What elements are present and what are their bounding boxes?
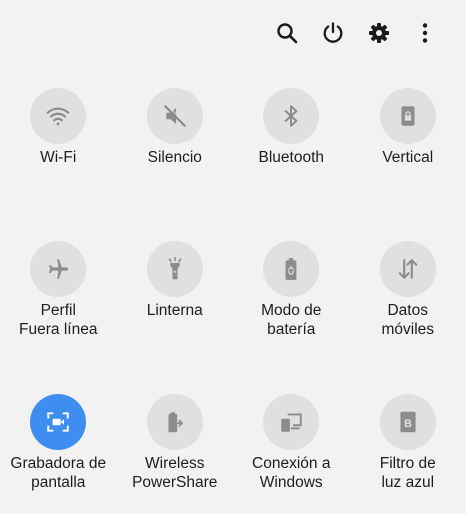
tile-label: Grabadora de pantalla (10, 454, 106, 492)
tile-button[interactable] (263, 394, 319, 450)
tile-button[interactable] (147, 88, 203, 144)
wifi-icon (45, 103, 71, 129)
svg-text:B: B (404, 418, 412, 430)
link-to-windows-icon (278, 409, 304, 435)
tile-button[interactable] (147, 241, 203, 297)
tile-button[interactable]: B (380, 394, 436, 450)
more-vert-icon[interactable] (402, 18, 448, 48)
tile-button[interactable] (30, 88, 86, 144)
tile-label: Wireless PowerShare (132, 454, 217, 492)
search-icon[interactable] (264, 18, 310, 48)
screen-recorder-icon (45, 409, 71, 435)
tile-label: Perfil Fuera línea (19, 301, 97, 339)
mute-icon (162, 103, 188, 129)
tile-bluetooth[interactable]: Bluetooth (233, 88, 350, 241)
tile-label: Linterna (147, 301, 203, 320)
tile-filtro-de-luz-azul[interactable]: B Filtro de luz azul (350, 394, 466, 514)
blue-light-filter-icon: B (395, 409, 421, 435)
tile-silencio[interactable]: Silencio (117, 88, 234, 241)
tile-wireless-powershare[interactable]: Wireless PowerShare (117, 394, 234, 514)
tile-button[interactable] (147, 394, 203, 450)
tile-perfil-fuera-linea[interactable]: Perfil Fuera línea (0, 241, 117, 394)
quick-panel-toolbar (264, 18, 448, 48)
tile-button[interactable] (263, 241, 319, 297)
rotation-lock-icon (395, 103, 421, 129)
tile-label: Bluetooth (259, 148, 325, 167)
gear-icon[interactable] (356, 18, 402, 48)
tile-button[interactable] (30, 241, 86, 297)
tile-label: Wi-Fi (40, 148, 76, 167)
tile-label: Silencio (148, 148, 202, 167)
tile-label: Vertical (382, 148, 433, 167)
tile-conexion-a-windows[interactable]: Conexión a Windows (233, 394, 350, 514)
tile-button[interactable] (380, 241, 436, 297)
tile-button[interactable] (30, 394, 86, 450)
airplane-icon (45, 256, 71, 282)
battery-saver-icon (278, 256, 304, 282)
bluetooth-icon (278, 103, 304, 129)
tile-label: Conexión a Windows (252, 454, 330, 492)
tile-modo-de-bateria[interactable]: Modo de batería (233, 241, 350, 394)
flashlight-icon (162, 256, 188, 282)
tile-datos-moviles[interactable]: Datos móviles (350, 241, 466, 394)
tile-wifi[interactable]: Wi-Fi (0, 88, 117, 241)
tile-button[interactable] (380, 88, 436, 144)
mobile-data-icon (395, 256, 421, 282)
tile-button[interactable] (263, 88, 319, 144)
tile-vertical[interactable]: Vertical (350, 88, 466, 241)
quick-settings-grid: Wi-Fi Silencio Bluetooth Vertical Perfil… (0, 88, 466, 514)
tile-linterna[interactable]: Linterna (117, 241, 234, 394)
tile-label: Modo de batería (261, 301, 321, 339)
tile-grabadora-de-pantalla[interactable]: Grabadora de pantalla (0, 394, 117, 514)
tile-label: Filtro de luz azul (380, 454, 436, 492)
power-icon[interactable] (310, 18, 356, 48)
wireless-powershare-icon (162, 409, 188, 435)
tile-label: Datos móviles (381, 301, 434, 339)
